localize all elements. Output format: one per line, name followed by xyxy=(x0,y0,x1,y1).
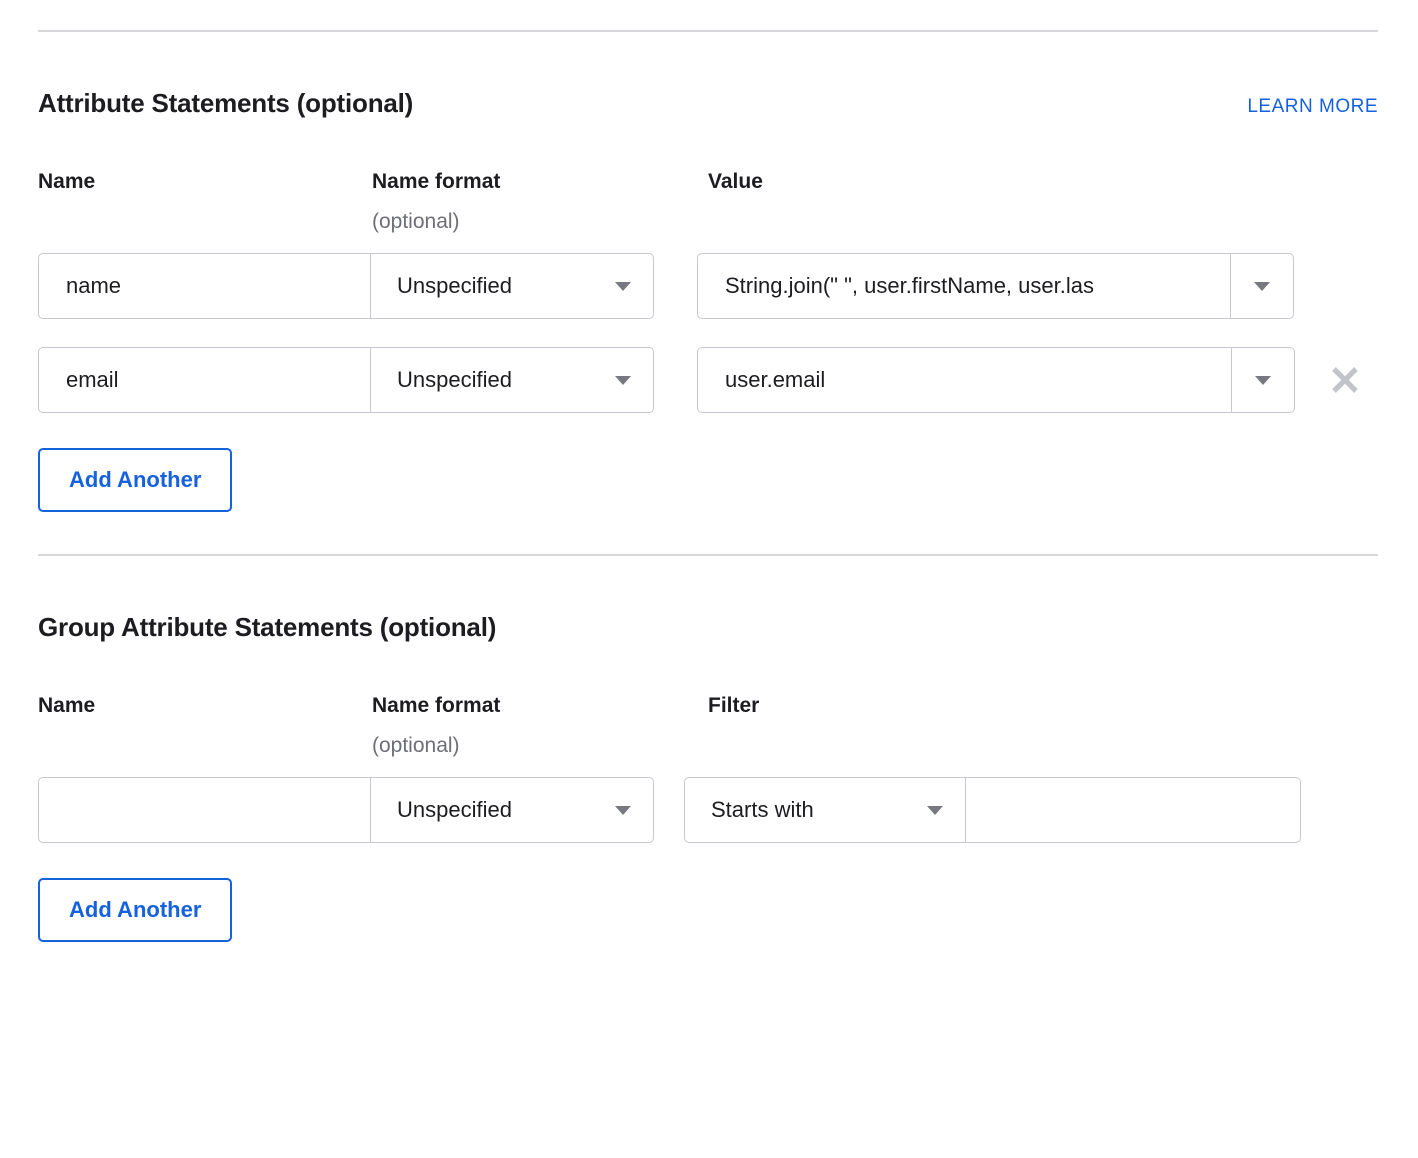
column-header-value: Value xyxy=(708,170,763,193)
group-attribute-name-format-select[interactable]: Unspecified xyxy=(371,778,653,842)
attribute-statements-header: Attribute Statements (optional) LEARN MO… xyxy=(38,32,1378,119)
attribute-statements-title: Attribute Statements (optional) xyxy=(38,88,414,118)
group-attribute-statements-title: Group Attribute Statements (optional) xyxy=(38,612,497,642)
attribute-value-input[interactable] xyxy=(698,348,1231,412)
group-attribute-name-format-value: Unspecified xyxy=(397,797,512,822)
chevron-down-icon xyxy=(927,805,943,815)
attribute-statement-row: Unspecified xyxy=(38,347,1378,413)
group-attribute-statements-header: Group Attribute Statements (optional) xyxy=(38,556,1378,643)
column-header-filter: Filter xyxy=(708,694,760,717)
attribute-name-format-value: Unspecified xyxy=(397,367,512,392)
attribute-name-format-group: Unspecified xyxy=(38,253,654,319)
attribute-value-group xyxy=(697,253,1294,319)
attribute-name-input[interactable] xyxy=(39,254,370,318)
column-header-name-format-label: Name format xyxy=(372,694,501,717)
attribute-statements-section: Attribute Statements (optional) LEARN MO… xyxy=(0,32,1418,554)
column-header-name-format-optional: (optional) xyxy=(372,210,460,233)
add-another-group-attribute-statement-button[interactable]: Add Another xyxy=(38,878,233,942)
attribute-name-input[interactable] xyxy=(39,348,370,412)
attribute-value-dropdown-toggle[interactable] xyxy=(1232,348,1294,412)
column-header-name: Name xyxy=(38,694,96,717)
top-spacer xyxy=(0,0,1418,30)
attribute-value-input[interactable] xyxy=(698,254,1230,318)
remove-attribute-statement-button[interactable] xyxy=(1323,358,1367,402)
group-attribute-statements-column-headers: Name Name format (optional) Filter xyxy=(38,695,1378,756)
group-attribute-statements-section: Group Attribute Statements (optional) Na… xyxy=(0,556,1418,942)
attribute-value-group xyxy=(697,347,1295,413)
add-another-attribute-statement-button[interactable]: Add Another xyxy=(38,448,233,512)
column-header-name-format: Name format (optional) xyxy=(372,171,708,232)
chevron-down-icon xyxy=(1254,281,1270,291)
column-header-name-format: Name format (optional) xyxy=(372,695,708,756)
attribute-name-format-group: Unspecified xyxy=(38,347,654,413)
attribute-name-format-select[interactable]: Unspecified xyxy=(371,348,653,412)
group-filter-group: Starts with xyxy=(684,777,1301,843)
column-header-name: Name xyxy=(38,170,96,193)
group-attribute-statement-row: Unspecified Starts with xyxy=(38,777,1378,843)
chevron-down-icon xyxy=(615,281,631,291)
attribute-statements-column-headers: Name Name format (optional) Value xyxy=(38,171,1378,232)
attribute-name-format-value: Unspecified xyxy=(397,273,512,298)
group-attribute-name-input[interactable] xyxy=(39,778,370,842)
chevron-down-icon xyxy=(1255,375,1271,385)
chevron-down-icon xyxy=(615,805,631,815)
chevron-down-icon xyxy=(615,375,631,385)
saml-attribute-statements-page: Attribute Statements (optional) LEARN MO… xyxy=(0,0,1418,1158)
column-header-name-format-label: Name format xyxy=(372,170,501,193)
group-filter-value-input[interactable] xyxy=(966,778,1300,842)
attribute-statement-row: Unspecified xyxy=(38,253,1378,319)
group-filter-type-value: Starts with xyxy=(711,797,814,822)
attribute-value-dropdown-toggle[interactable] xyxy=(1231,254,1293,318)
close-icon xyxy=(1332,367,1358,393)
attribute-name-format-select[interactable]: Unspecified xyxy=(371,254,653,318)
group-name-format-group: Unspecified xyxy=(38,777,654,843)
learn-more-link[interactable]: LEARN MORE xyxy=(1247,96,1378,118)
column-header-name-format-optional: (optional) xyxy=(372,734,460,757)
group-filter-type-select[interactable]: Starts with xyxy=(685,778,965,842)
